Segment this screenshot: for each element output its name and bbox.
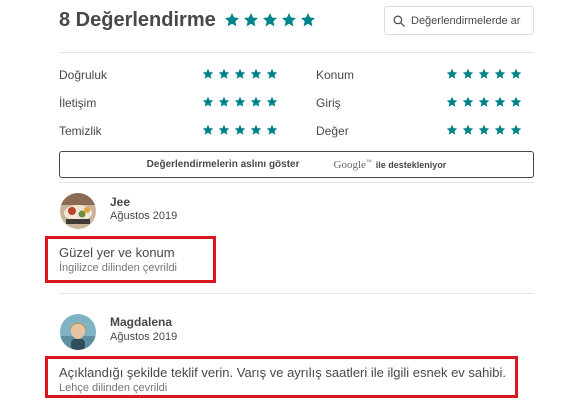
rating-stars-accuracy bbox=[202, 68, 278, 80]
star-icon bbox=[478, 124, 490, 135]
star-icon bbox=[202, 68, 214, 79]
star-icon bbox=[244, 13, 258, 27]
translation-note: Lehçe dilinden çevrildi bbox=[59, 382, 168, 394]
rating-stars-communication bbox=[202, 96, 278, 108]
review-date: Ağustos 2019 bbox=[110, 331, 178, 343]
rating-label-value: Değer bbox=[316, 124, 349, 138]
star-icon bbox=[462, 96, 474, 107]
star-icon bbox=[266, 124, 278, 135]
star-icon bbox=[234, 68, 246, 79]
rating-stars-location bbox=[446, 68, 522, 80]
star-icon bbox=[202, 96, 214, 107]
divider bbox=[59, 293, 534, 294]
star-icon bbox=[250, 68, 262, 79]
star-icon bbox=[494, 124, 506, 135]
reviews-search-box[interactable] bbox=[384, 6, 534, 35]
star-icon bbox=[494, 96, 506, 107]
avatar[interactable] bbox=[60, 193, 96, 229]
show-original-label: Değerlendirmelerin aslını göster bbox=[146, 159, 300, 170]
translation-note: İngilizce dilinden çevrildi bbox=[59, 262, 178, 274]
star-icon bbox=[266, 96, 278, 107]
reviewer-name: Jee bbox=[110, 195, 131, 209]
star-icon bbox=[510, 96, 522, 107]
rating-stars-cleanliness bbox=[202, 124, 278, 136]
rating-stars-value bbox=[446, 124, 522, 136]
star-icon bbox=[202, 124, 214, 135]
divider bbox=[59, 52, 534, 53]
divider bbox=[59, 182, 534, 183]
star-icon bbox=[234, 96, 246, 107]
star-icon bbox=[218, 96, 230, 107]
star-icon bbox=[478, 68, 490, 79]
rating-label-communication: İletişim bbox=[59, 96, 97, 110]
star-icon bbox=[263, 13, 277, 27]
google-logo: Google™ bbox=[333, 158, 372, 171]
star-icon bbox=[510, 124, 522, 135]
rating-label-location: Konum bbox=[316, 68, 355, 82]
star-icon bbox=[250, 124, 262, 135]
reviews-search-input[interactable] bbox=[411, 14, 533, 27]
star-icon bbox=[218, 68, 230, 79]
show-original-reviews-button[interactable]: Değerlendirmelerin aslını göster Google™… bbox=[59, 151, 534, 178]
star-icon bbox=[510, 68, 522, 79]
avatar-photo bbox=[60, 193, 96, 229]
review-text: Açıklandığı şekilde teklif verin. Varış … bbox=[59, 365, 507, 380]
avatar-photo bbox=[60, 314, 96, 350]
review-date: Ağustos 2019 bbox=[110, 210, 178, 222]
rating-stars-check-in bbox=[446, 96, 522, 108]
rating-label-accuracy: Doğruluk bbox=[59, 68, 108, 82]
star-icon bbox=[446, 96, 458, 107]
star-icon bbox=[218, 124, 230, 135]
review-text: Güzel yer ve konum bbox=[59, 245, 175, 260]
star-icon bbox=[446, 68, 458, 79]
rating-label-check-in: Giriş bbox=[316, 96, 341, 110]
star-icon bbox=[301, 13, 315, 27]
avatar[interactable] bbox=[60, 314, 96, 350]
star-icon bbox=[282, 13, 296, 27]
star-icon bbox=[266, 68, 278, 79]
star-icon bbox=[250, 96, 262, 107]
reviews-header: 8 Değerlendirme bbox=[59, 6, 534, 38]
star-icon bbox=[462, 124, 474, 135]
star-icon bbox=[462, 68, 474, 79]
star-icon bbox=[494, 68, 506, 79]
rating-label-cleanliness: Temizlik bbox=[59, 124, 102, 138]
star-icon bbox=[478, 96, 490, 107]
star-icon bbox=[225, 13, 239, 27]
powered-by-label: ile destekleniyor bbox=[375, 159, 447, 170]
reviews-section: 8 Değerlendirme Doğruluk Konum bbox=[0, 0, 581, 408]
search-icon bbox=[393, 15, 405, 27]
star-icon bbox=[234, 124, 246, 135]
reviews-count-title: 8 Değerlendirme bbox=[59, 9, 216, 31]
star-icon bbox=[446, 124, 458, 135]
overall-rating-stars bbox=[224, 12, 316, 28]
reviewer-name: Magdalena bbox=[110, 315, 173, 329]
